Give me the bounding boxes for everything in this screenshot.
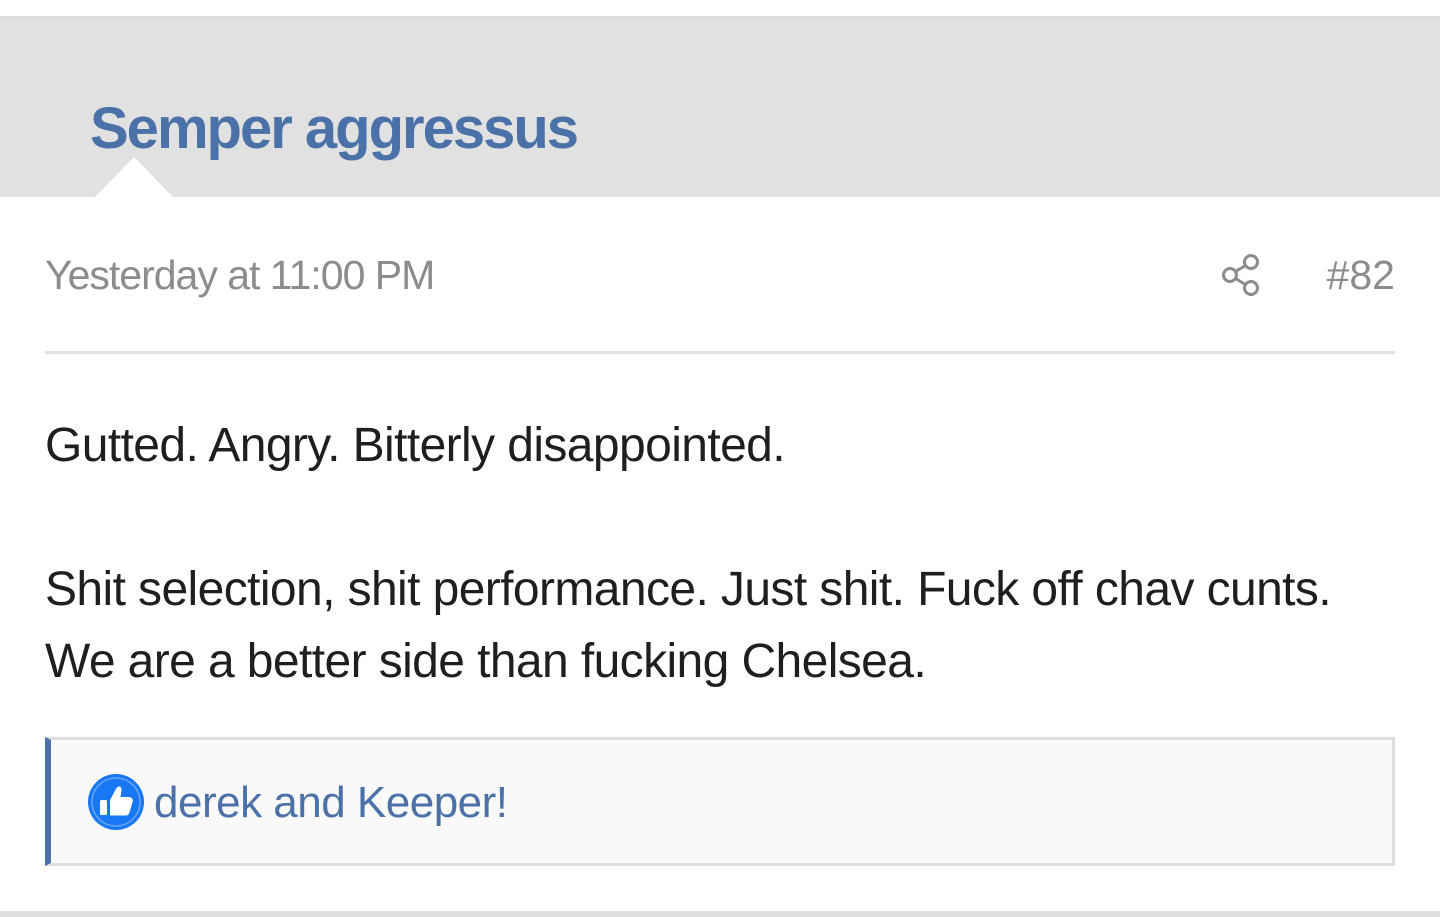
reaction-users-link[interactable]: derek and Keeper! <box>154 778 508 828</box>
post-divider <box>45 351 1395 354</box>
post-message: Gutted. Angry. Bitterly disappointed. Sh… <box>45 410 1395 698</box>
header-pointer-arrow <box>94 157 174 198</box>
reactions-bar: derek and Keeper! <box>45 737 1395 866</box>
post-number-link[interactable]: #82 <box>1327 252 1395 299</box>
message-paragraph: Shit selection, shit performance. Just s… <box>45 563 1332 688</box>
message-paragraph: Gutted. Angry. Bitterly disappointed. <box>45 419 786 472</box>
username-link[interactable]: Semper aggressus <box>90 95 579 162</box>
post-date-link[interactable]: Yesterday at 11:00 PM <box>45 252 435 299</box>
thumbs-up-icon <box>88 774 144 830</box>
post-page: Semper aggressus Yesterday at 11:00 PM #… <box>0 0 1440 917</box>
share-icon[interactable] <box>1220 252 1264 298</box>
bottom-divider <box>0 911 1440 917</box>
post-user-header: Semper aggressus <box>0 19 1440 197</box>
